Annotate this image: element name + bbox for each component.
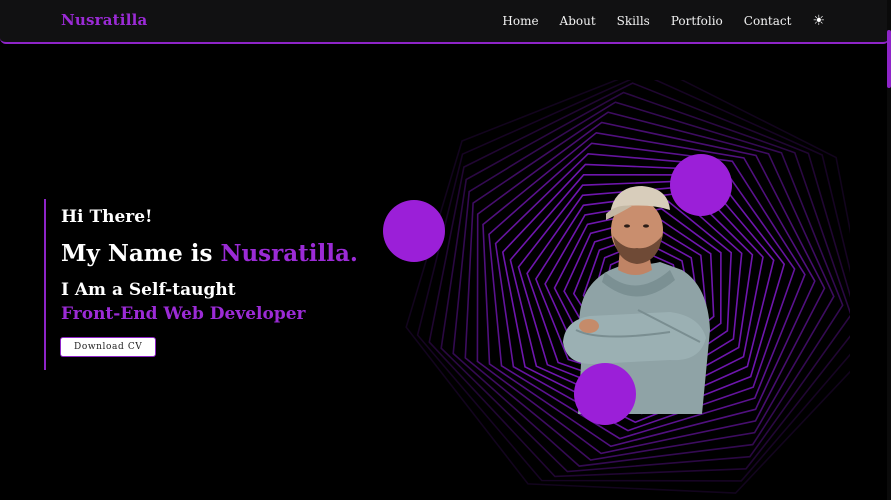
scrollbar[interactable] — [887, 0, 891, 500]
navbar: Nusratilla Home About Skills Portfolio C… — [0, 0, 889, 44]
page: Nusratilla Home About Skills Portfolio C… — [0, 0, 891, 500]
scrollbar-thumb[interactable] — [887, 30, 891, 88]
hero-name-heading: My Name is Nusratilla. — [61, 240, 374, 268]
decor-circle-bottom — [574, 363, 636, 425]
hero-role-line2: Front-End Web Developer — [61, 304, 306, 324]
hero-role-line1: I Am a Self-taught — [61, 280, 236, 300]
sun-icon[interactable]: ☀ — [812, 14, 825, 28]
hero-name-prefix: My Name is — [61, 240, 221, 267]
nav-link-home[interactable]: Home — [502, 14, 538, 28]
hero-intro: Hi There! My Name is Nusratilla. I Am a … — [44, 199, 374, 370]
nav-link-about[interactable]: About — [560, 14, 596, 28]
hero-greeting: Hi There! — [61, 207, 153, 227]
nav-link-portfolio[interactable]: Portfolio — [671, 14, 723, 28]
decor-circle-top-right — [670, 154, 732, 216]
decor-circle-left — [383, 200, 445, 262]
nav-link-contact[interactable]: Contact — [744, 14, 792, 28]
download-cv-button[interactable]: Download CV — [61, 338, 156, 356]
hero-name-accent: Nusratilla. — [220, 240, 358, 267]
hero-art — [405, 80, 850, 494]
brand-logo[interactable]: Nusratilla — [61, 11, 147, 29]
nav-links: Home About Skills Portfolio Contact ☀ — [481, 14, 825, 28]
nav-link-skills[interactable]: Skills — [617, 14, 650, 28]
